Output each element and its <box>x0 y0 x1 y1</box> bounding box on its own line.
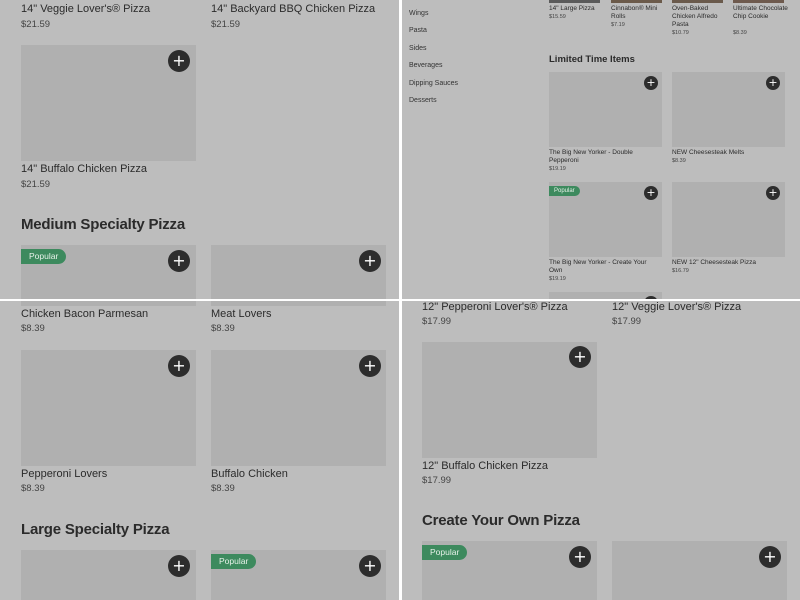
section-title: Create Your Own Pizza <box>422 512 580 529</box>
product-name[interactable]: 14" Veggie Lover's® Pizza <box>21 3 150 15</box>
add-to-cart-button[interactable]: + <box>168 555 190 577</box>
product-name[interactable]: The Big New Yorker - Double Pepperoni <box>549 149 649 165</box>
product-name[interactable]: Cinnabon® Mini Rolls <box>611 5 669 21</box>
product-image[interactable] <box>549 0 600 3</box>
add-to-cart-button[interactable]: + <box>766 76 780 90</box>
product-price: $19.19 <box>549 276 566 282</box>
product-image[interactable] <box>211 245 386 299</box>
product-name[interactable]: Oven-Baked Chicken Alfredo Pasta <box>672 5 730 29</box>
product-price: $17.99 <box>422 475 452 486</box>
section-title: Medium Specialty Pizza <box>21 216 185 233</box>
add-to-cart-button[interactable]: + <box>168 250 190 272</box>
add-to-cart-button[interactable]: + <box>359 555 381 577</box>
product-price: $21.59 <box>211 19 241 30</box>
product-image[interactable] <box>672 0 723 3</box>
add-to-cart-button[interactable]: + <box>569 346 591 368</box>
menu-panel-limited-time: Wings Pasta Sides Beverages Dipping Sauc… <box>402 0 800 299</box>
product-price: $8.39 <box>21 483 45 494</box>
product-name[interactable]: NEW 12" Cheesesteak Pizza <box>672 259 782 267</box>
product-name[interactable]: 12" Pepperoni Lover's® Pizza <box>422 301 568 313</box>
add-to-cart-button[interactable]: + <box>644 76 658 90</box>
add-to-cart-button[interactable]: + <box>644 186 658 200</box>
sidebar-item-sides[interactable]: Sides <box>409 45 427 52</box>
product-price: $17.99 <box>422 316 452 327</box>
sidebar-item-pasta[interactable]: Pasta <box>409 27 427 34</box>
sidebar-item-desserts[interactable]: Desserts <box>409 97 437 104</box>
product-price: $21.59 <box>21 19 51 30</box>
menu-panel-14in-specialty: 14" Veggie Lover's® Pizza $21.59 14" Bac… <box>0 0 399 299</box>
add-to-cart-button[interactable]: + <box>759 546 781 568</box>
product-image[interactable] <box>21 301 196 306</box>
product-image[interactable] <box>611 0 662 3</box>
product-image[interactable] <box>733 0 784 3</box>
add-to-cart-button[interactable]: + <box>359 355 381 377</box>
product-price: $8.39 <box>211 483 235 494</box>
product-name[interactable]: 14" Large Pizza <box>549 5 607 13</box>
product-name[interactable]: Ultimate Chocolate Chip Cookie <box>733 5 791 21</box>
product-name[interactable]: The Big New Yorker - Create Your Own <box>549 259 654 275</box>
product-price: $8.39 <box>733 30 747 36</box>
product-price: $10.79 <box>672 30 689 36</box>
product-name[interactable]: 12" Veggie Lover's® Pizza <box>612 301 741 313</box>
popular-badge: Popular <box>211 554 257 569</box>
product-price: $8.39 <box>672 158 686 164</box>
product-price: $17.99 <box>612 316 642 327</box>
product-price: $16.79 <box>672 268 689 274</box>
product-price: $7.19 <box>611 22 625 28</box>
product-image[interactable] <box>211 301 386 306</box>
add-to-cart-button[interactable]: + <box>168 355 190 377</box>
product-name[interactable]: 14" Buffalo Chicken Pizza <box>21 163 147 175</box>
section-title: Limited Time Items <box>549 54 635 65</box>
product-name[interactable]: 14" Backyard BBQ Chicken Pizza <box>211 3 375 15</box>
product-name[interactable]: Meat Lovers <box>211 308 272 320</box>
product-price: $8.39 <box>211 323 235 334</box>
add-to-cart-button[interactable]: + <box>766 186 780 200</box>
product-price: $21.59 <box>21 179 51 190</box>
sidebar-item-wings[interactable]: Wings <box>409 10 428 17</box>
menu-panel-medium-specialty: Chicken Bacon Parmesan $8.39 Meat Lovers… <box>0 301 399 600</box>
menu-panel-12in-specialty: 12" Pepperoni Lover's® Pizza $17.99 12" … <box>402 301 800 600</box>
product-price: $8.39 <box>21 323 45 334</box>
product-name[interactable]: Pepperoni Lovers <box>21 468 107 480</box>
product-name[interactable]: Chicken Bacon Parmesan <box>21 308 148 320</box>
product-price: $19.19 <box>549 166 566 172</box>
product-image[interactable] <box>21 550 196 600</box>
product-name[interactable]: NEW Cheesesteak Melts <box>672 149 782 157</box>
product-name[interactable]: 12" Buffalo Chicken Pizza <box>422 460 548 472</box>
add-to-cart-button[interactable]: + <box>359 250 381 272</box>
popular-badge: Popular <box>422 545 468 560</box>
product-price: $15.59 <box>549 14 566 20</box>
add-to-cart-button[interactable]: + <box>569 546 591 568</box>
sidebar-item-dipping-sauces[interactable]: Dipping Sauces <box>409 80 458 87</box>
popular-badge: Popular <box>549 186 580 196</box>
add-to-cart-button[interactable]: + <box>168 50 190 72</box>
section-title: Large Specialty Pizza <box>21 521 170 538</box>
sidebar-item-beverages[interactable]: Beverages <box>409 62 442 69</box>
product-name[interactable]: Buffalo Chicken <box>211 468 288 480</box>
popular-badge: Popular <box>21 249 67 264</box>
horizontal-divider <box>0 299 800 301</box>
